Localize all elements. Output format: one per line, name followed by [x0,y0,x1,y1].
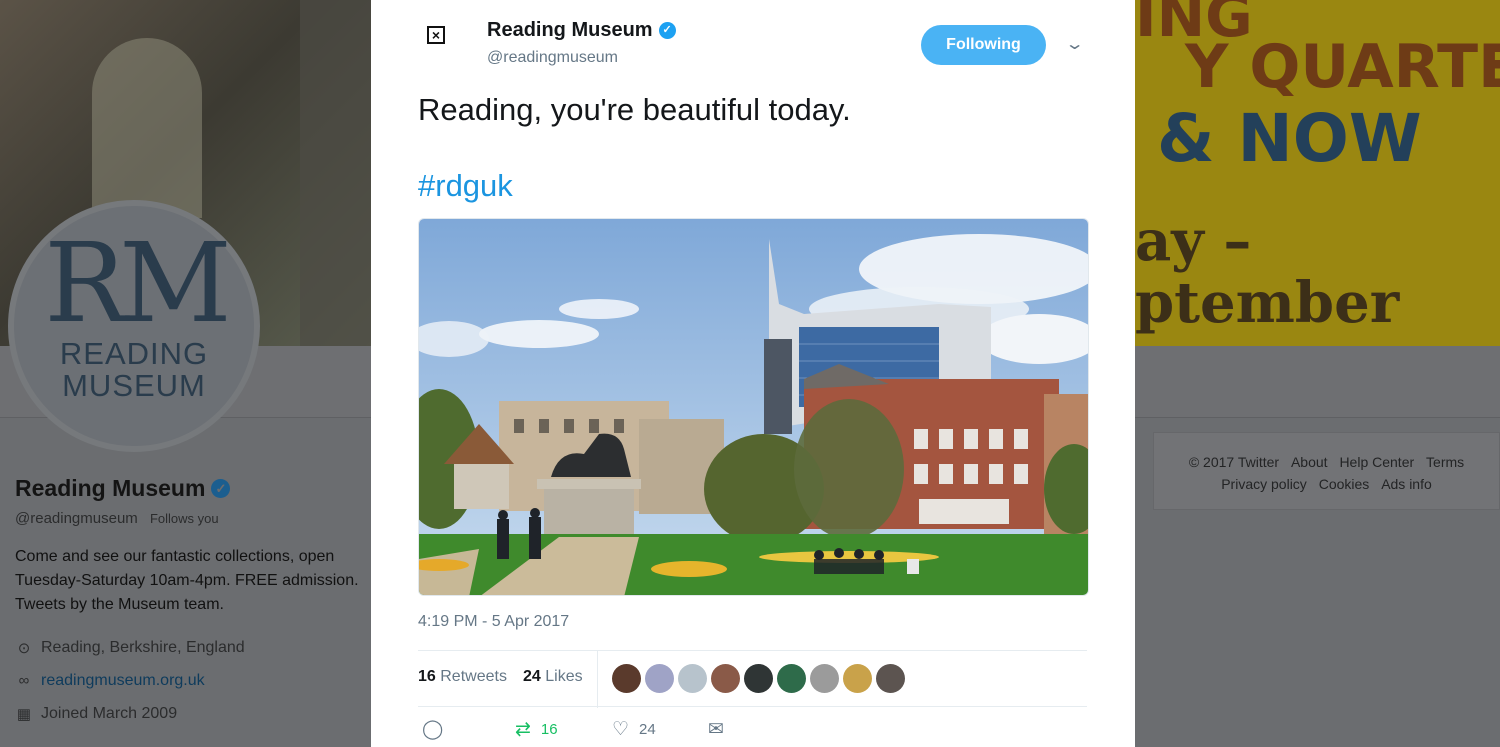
direct-message-button[interactable]: ✉ [708,718,724,741]
profile-avatar[interactable]: RM READING MUSEUM [8,200,260,452]
follows-you-badge: Follows you [149,511,219,526]
broken-image-avatar-icon[interactable]: × [427,26,445,44]
liker-avatar[interactable] [645,664,674,693]
footer-copyright: © 2017 Twitter [1188,454,1280,470]
hashtag-link[interactable]: #rdguk [418,168,513,204]
profile-joined: ▦ Joined March 2009 [15,697,360,730]
ruin-wall [300,0,371,346]
retweet-action-count: 16 [540,721,558,738]
liker-avatar[interactable] [711,664,740,693]
profile-name-row: Reading Museum ✓ [15,475,360,502]
likes-stat[interactable]: 24 Likes [523,668,583,686]
poster-text: Y QUARTER [1185,32,1500,102]
link-icon: ∞ [18,672,30,689]
location-pin-icon: ⊙ [17,639,31,657]
park-scene-image [419,219,1088,595]
liker-avatar[interactable] [612,664,641,693]
chevron-down-icon[interactable]: ⌄ [1065,34,1085,54]
ruin-arch [92,38,202,218]
envelope-icon: ✉ [708,719,724,740]
retweets-stat[interactable]: 16 Retweets [418,668,507,686]
joined-text: Joined March 2009 [41,704,178,722]
tweet-timestamp[interactable]: 4:19 PM - 5 Apr 2017 [418,613,569,631]
header-poster: ING Y QUARTER & NOW ay – ptember [1135,0,1500,346]
verified-badge-icon: ✓ [211,479,231,498]
following-button[interactable]: Following [921,25,1046,65]
footer-links: © 2017 Twitter About Help Center Terms P… [1153,432,1500,510]
footer-cookies-link[interactable]: Cookies [1319,476,1370,492]
retweets-count: 16 [418,668,436,685]
likes-count: 24 [523,668,541,685]
website-link[interactable]: readingmuseum.org.uk [41,672,205,690]
liker-avatar[interactable] [810,664,839,693]
liker-avatar[interactable] [843,664,872,693]
tweet-text: Reading, you're beautiful today. [418,92,851,127]
retweets-label: Retweets [440,668,507,685]
stats-divider [597,651,598,708]
footer-privacy-link[interactable]: Privacy policy [1221,476,1307,492]
poster-text: ay – [1135,208,1252,274]
tweet-photo[interactable] [418,218,1089,596]
tweet-actions: ◯ ⇄ 16 ♡ 24 ✉ [418,718,818,746]
liker-avatar[interactable] [876,664,905,693]
profile-handle-row: @readingmuseum Follows you [15,510,360,527]
avatar-text: MUSEUM [62,368,206,403]
verified-badge-icon: ✓ [658,22,676,39]
tweet-modal: × Reading Museum ✓ @readingmuseum Follow… [371,0,1135,747]
profile-meta: ⊙ Reading, Berkshire, England ∞ readingm… [15,631,360,730]
profile-card: Reading Museum ✓ @readingmuseum Follows … [15,475,360,730]
retweet-button[interactable]: ⇄ 16 [515,718,558,741]
like-action-count: 24 [639,721,656,738]
tweet-stats: 16 Retweets 24 Likes [418,650,1087,708]
reply-button[interactable]: ◯ [422,718,443,741]
reply-icon: ◯ [422,719,444,740]
profile-handle[interactable]: @readingmuseum [15,510,138,527]
location-text: Reading, Berkshire, England [41,638,245,656]
tweet-author-handle[interactable]: @readingmuseum [487,49,618,67]
profile-website: ∞ readingmuseum.org.uk [15,664,360,697]
heart-icon: ♡ [612,719,630,740]
profile-bio: Come and see our fantastic collections, … [15,548,359,613]
tweet-author-name[interactable]: Reading Museum [487,19,653,42]
avatar-monogram: RM [44,219,231,347]
footer-help-link[interactable]: Help Center [1339,454,1414,470]
liker-avatar[interactable] [744,664,773,693]
like-button[interactable]: ♡ 24 [612,718,656,741]
profile-location: ⊙ Reading, Berkshire, England [15,631,360,664]
liker-avatars [612,664,905,693]
poster-text: ptember [1135,270,1400,336]
retweet-icon: ⇄ [515,719,531,740]
likes-label: Likes [545,668,583,685]
footer-about-link[interactable]: About [1291,454,1328,470]
poster-text: & NOW [1157,100,1422,177]
footer-ads-link[interactable]: Ads info [1381,476,1432,492]
tweet-author-row: Reading Museum ✓ [487,19,676,42]
liker-avatar[interactable] [777,664,806,693]
calendar-icon: ▦ [16,705,32,723]
footer-terms-link[interactable]: Terms [1426,454,1464,470]
liker-avatar[interactable] [678,664,707,693]
profile-name[interactable]: Reading Museum [15,475,205,502]
